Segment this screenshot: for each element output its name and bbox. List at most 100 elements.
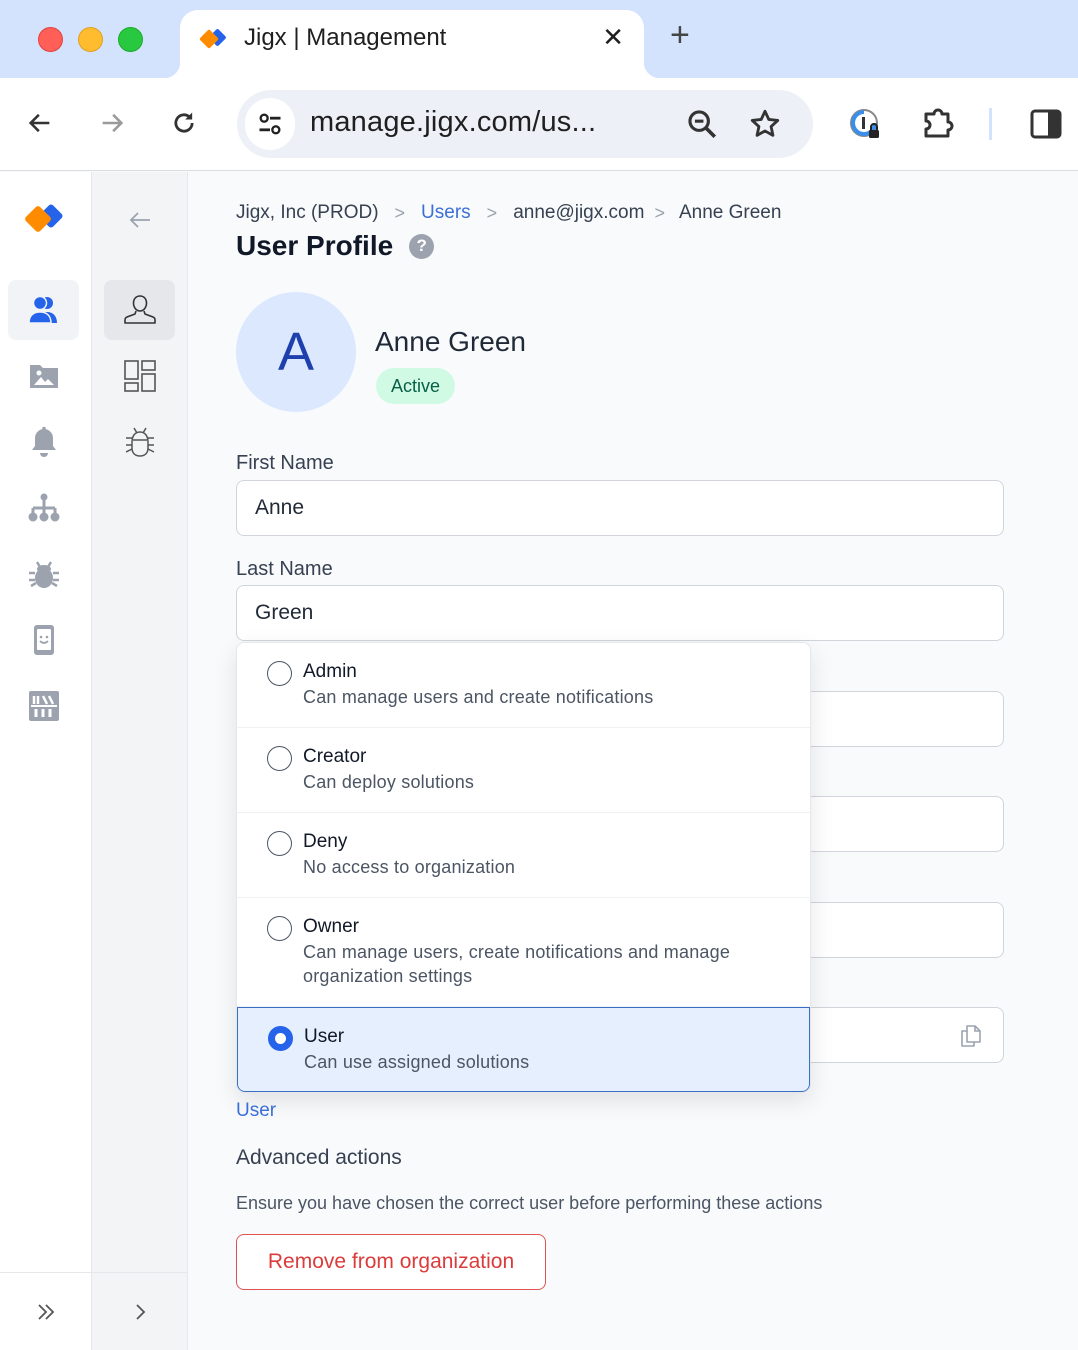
breadcrumb-org[interactable]: Jigx, Inc (PROD) <box>236 202 379 224</box>
secondary-nav <box>92 172 188 1350</box>
rail-item-mobile[interactable] <box>8 610 79 670</box>
radio-button[interactable] <box>267 661 292 686</box>
role-current-value[interactable]: User <box>236 1100 276 1122</box>
remove-from-organization-button[interactable]: Remove from organization <box>236 1234 546 1290</box>
folder-image-icon <box>29 365 58 388</box>
user-outline-icon <box>123 295 156 324</box>
library-icon <box>28 691 59 721</box>
zoom-out-icon[interactable] <box>685 107 719 141</box>
window-minimize-button[interactable] <box>78 27 103 52</box>
new-tab-button[interactable]: + <box>670 18 690 52</box>
role-description: Can manage users, create notifications a… <box>303 942 731 986</box>
first-name-label: First Name <box>236 452 334 474</box>
page-title: User Profile ? <box>236 230 435 262</box>
radio-button[interactable] <box>267 916 292 941</box>
jigx-favicon-icon <box>199 29 226 49</box>
role-option-user[interactable]: User Can use assigned solutions <box>237 1007 810 1092</box>
window-close-button[interactable] <box>38 27 63 52</box>
toolbar-divider <box>989 108 992 140</box>
collapse-subnav-button[interactable] <box>104 190 175 250</box>
role-name: Deny <box>303 831 348 852</box>
browser-toolbar: manage.jigx.com/us... <box>0 78 1078 171</box>
role-description: Can use assigned solutions <box>304 1052 530 1072</box>
role-description: No access to organization <box>303 857 516 877</box>
last-name-input[interactable] <box>236 585 1004 641</box>
role-name: Owner <box>303 916 359 937</box>
url-text[interactable]: manage.jigx.com/us... <box>310 106 596 139</box>
side-panel-icon[interactable] <box>1028 106 1064 142</box>
bell-icon <box>31 426 56 457</box>
main-nav-rail <box>0 172 92 1350</box>
advanced-actions-description: Ensure you have chosen the correct user … <box>236 1193 823 1213</box>
breadcrumb-current: Anne Green <box>678 202 782 223</box>
advanced-actions-title: Advanced actions <box>236 1146 402 1169</box>
browser-tab-strip: Jigx | Management ✕ + <box>0 0 1078 78</box>
rail-item-files[interactable] <box>8 346 79 406</box>
first-name-input[interactable] <box>236 480 1004 536</box>
profile-name: Anne Green <box>375 326 526 357</box>
reload-button[interactable] <box>167 106 201 140</box>
rail-item-users[interactable] <box>8 280 79 340</box>
rail-item-notifications[interactable] <box>8 412 79 472</box>
expand-rail-button[interactable] <box>0 1272 92 1350</box>
role-description: Can manage users and create notification… <box>303 687 654 707</box>
back-button[interactable] <box>23 106 57 140</box>
reload-icon <box>174 112 194 133</box>
role-name: User <box>304 1026 345 1047</box>
double-chevron-right-icon <box>38 1303 55 1320</box>
role-option-creator[interactable]: Creator Can deploy solutions <box>237 728 810 813</box>
browser-tab[interactable]: Jigx | Management ✕ <box>164 10 660 78</box>
arrow-left-icon <box>28 113 50 133</box>
dashboard-icon <box>123 360 156 392</box>
jigx-logo-icon[interactable] <box>22 202 68 238</box>
window-maximize-button[interactable] <box>118 27 143 52</box>
page-title-text: User Profile <box>236 230 394 261</box>
hierarchy-icon <box>28 493 59 522</box>
users-icon <box>27 295 57 324</box>
last-name-label: Last Name <box>236 558 333 580</box>
subnav-item-profile[interactable] <box>104 280 175 340</box>
main-content: Jigx, Inc (PROD) > Users > anne@jigx.com… <box>188 172 1078 1350</box>
close-tab-icon[interactable]: ✕ <box>602 22 624 53</box>
breadcrumb-separator: > <box>394 202 406 223</box>
star-icon[interactable] <box>748 107 782 141</box>
role-dropdown-menu: Admin Can manage users and create notifi… <box>236 642 811 1093</box>
radio-button[interactable] <box>267 831 292 856</box>
status-badge: Active <box>376 368 456 404</box>
site-info-button[interactable] <box>245 98 295 150</box>
subnav-item-logs[interactable] <box>104 412 175 472</box>
bug-icon <box>28 561 59 588</box>
rail-item-debug[interactable] <box>8 544 79 604</box>
radio-button[interactable] <box>267 746 292 771</box>
address-bar[interactable]: manage.jigx.com/us... <box>237 90 813 158</box>
tab-title: Jigx | Management <box>244 24 447 51</box>
mobile-smile-icon <box>33 625 54 655</box>
subnav-item-dashboard[interactable] <box>104 346 175 406</box>
help-icon[interactable]: ? <box>409 233 435 259</box>
breadcrumb-email[interactable]: anne@jigx.com <box>513 202 644 224</box>
breadcrumb-separator: > <box>654 202 665 223</box>
role-name: Admin <box>303 661 357 682</box>
bug-outline-icon <box>125 427 154 457</box>
role-option-admin[interactable]: Admin Can manage users and create notifi… <box>237 643 810 728</box>
rail-item-hierarchy[interactable] <box>8 478 79 538</box>
radio-button-checked[interactable] <box>268 1026 293 1051</box>
rail-item-library[interactable] <box>8 676 79 736</box>
chevron-right-icon <box>136 1303 146 1320</box>
role-description: Can deploy solutions <box>303 772 475 792</box>
arrow-right-icon <box>102 113 124 133</box>
tune-icon <box>259 113 281 135</box>
breadcrumb-users[interactable]: Users <box>421 202 471 224</box>
forward-button[interactable] <box>95 106 129 140</box>
role-name: Creator <box>303 746 367 767</box>
avatar: A <box>236 292 356 412</box>
breadcrumb-separator: > <box>486 202 498 223</box>
role-option-deny[interactable]: Deny No access to organization <box>237 813 810 898</box>
arrow-left-icon <box>129 212 150 228</box>
puzzle-icon[interactable] <box>921 106 957 142</box>
password-lock-icon[interactable] <box>848 106 884 142</box>
copy-icon[interactable] <box>957 1022 985 1050</box>
breadcrumb: Jigx, Inc (PROD) > Users > anne@jigx.com… <box>236 202 781 224</box>
role-option-owner[interactable]: Owner Can manage users, create notificat… <box>237 898 810 1007</box>
expand-subnav-button[interactable] <box>92 1272 188 1350</box>
